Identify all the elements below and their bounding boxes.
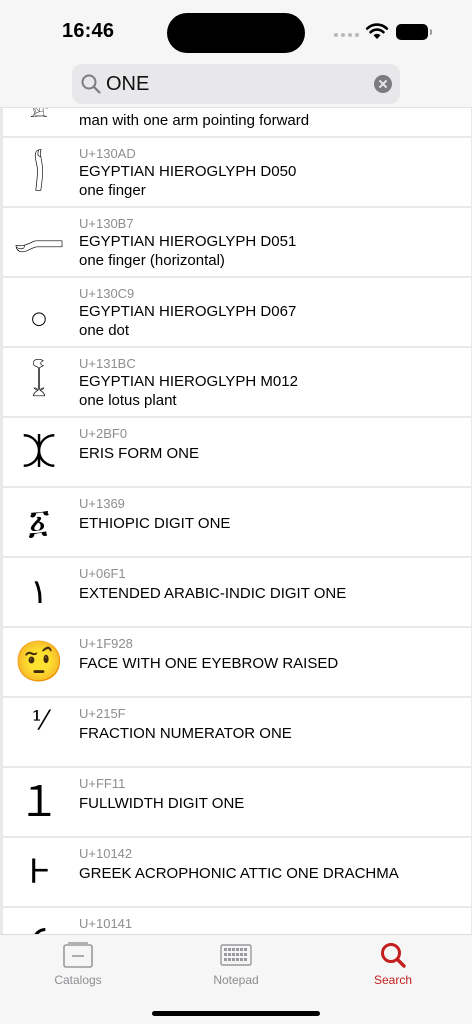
- glyph: 🤨: [14, 639, 64, 685]
- list-item[interactable]: 🤨 U+1F928 FACE WITH ONE EYEBROW RAISED: [3, 628, 471, 696]
- glyph: 𓂷: [13, 222, 64, 262]
- cellular-signal-icon: [334, 33, 359, 37]
- character-name: ETHIOPIC DIGIT ONE: [79, 515, 231, 532]
- glyph: 𓀀: [29, 108, 49, 123]
- character-alias: man with one arm pointing forward: [79, 112, 310, 129]
- codepoint: U+131BC: [79, 356, 136, 371]
- character-alias: one finger (horizontal): [79, 252, 225, 269]
- character-name: EGYPTIAN HIEROGLYPH D051: [79, 233, 297, 250]
- status-time: 16:46: [62, 20, 115, 42]
- character-name: EGYPTIAN HIEROGLYPH D067: [79, 303, 297, 320]
- battery-icon: [396, 24, 432, 40]
- list-item[interactable]: 𓀀 man with one arm pointing forward: [3, 108, 471, 136]
- magnifier-icon: [81, 74, 101, 94]
- codepoint: U+2BF0: [79, 426, 128, 441]
- glyph: 𓂭: [33, 152, 45, 192]
- notepad-icon: [220, 944, 252, 966]
- character-name: FRACTION NUMERATOR ONE: [79, 725, 292, 742]
- codepoint: U+FF11: [79, 776, 126, 791]
- results-list[interactable]: 𓀀 man with one arm pointing forward 𓂭 U+…: [0, 108, 472, 934]
- codepoint: U+130AD: [79, 146, 136, 161]
- search-input[interactable]: ONE: [72, 64, 400, 104]
- list-item[interactable]: 𐅁 U+10141: [3, 908, 471, 934]
- codepoint: U+130C9: [79, 286, 135, 301]
- character-alias: one lotus plant: [79, 392, 177, 409]
- clear-search-icon[interactable]: [374, 75, 392, 93]
- list-item[interactable]: 𓆼 U+131BC EGYPTIAN HIEROGLYPH M012 one l…: [3, 348, 471, 416]
- catalogs-icon: [63, 942, 93, 968]
- glyph: ⅟: [31, 706, 47, 736]
- list-item[interactable]: ⅟ U+215F FRACTION NUMERATOR ONE: [3, 698, 471, 766]
- search-bar: ONE: [0, 62, 472, 108]
- list-item[interactable]: １ U+FF11 FULLWIDTH DIGIT ONE: [3, 768, 471, 836]
- list-item[interactable]: 𐅂 U+10142 GREEK ACROPHONIC ATTIC ONE DRA…: [3, 838, 471, 906]
- glyph: ۱: [29, 572, 49, 612]
- dynamic-island: [167, 13, 305, 53]
- character-name: FULLWIDTH DIGIT ONE: [79, 795, 245, 812]
- tab-catalogs-label: Catalogs: [54, 973, 102, 987]
- glyph: １: [17, 777, 60, 826]
- tab-catalogs[interactable]: Catalogs: [18, 935, 138, 995]
- character-name: ERIS FORM ONE: [79, 445, 200, 462]
- list-item[interactable]: 𓂭 U+130AD EGYPTIAN HIEROGLYPH D050 one f…: [3, 138, 471, 206]
- tab-notepad[interactable]: Notepad: [176, 935, 296, 995]
- character-name: EXTENDED ARABIC-INDIC DIGIT ONE: [79, 585, 347, 602]
- list-item[interactable]: 𓂷 U+130B7 EGYPTIAN HIEROGLYPH D051 one f…: [3, 208, 471, 276]
- glyph: 𐅁: [3, 908, 75, 934]
- codepoint: U+10141: [79, 916, 133, 931]
- search-icon: [381, 943, 406, 968]
- status-bar: 16:46: [0, 0, 472, 62]
- codepoint: U+130B7: [79, 216, 134, 231]
- character-name: EGYPTIAN HIEROGLYPH D050: [79, 163, 297, 180]
- codepoint: U+06F1: [79, 566, 126, 581]
- tab-bar: Catalogs Notepad Search: [0, 934, 472, 1024]
- glyph: ○: [31, 308, 47, 329]
- glyph: ⯰: [21, 432, 57, 472]
- codepoint: U+1F928: [79, 636, 133, 651]
- codepoint: U+215F: [79, 706, 126, 721]
- codepoint: U+1369: [79, 496, 125, 511]
- home-indicator[interactable]: [152, 1011, 320, 1016]
- glyph: 𐅂: [28, 852, 50, 892]
- list-item[interactable]: ፩ U+1369 ETHIOPIC DIGIT ONE: [3, 488, 471, 556]
- search-query: ONE: [106, 73, 150, 95]
- list-item[interactable]: ۱ U+06F1 EXTENDED ARABIC-INDIC DIGIT ONE: [3, 558, 471, 626]
- character-alias: one finger: [79, 182, 146, 199]
- character-name: EGYPTIAN HIEROGLYPH M012: [79, 373, 298, 390]
- tab-search-label: Search: [373, 973, 413, 987]
- character-alias: one dot: [79, 322, 130, 339]
- character-name: FACE WITH ONE EYEBROW RAISED: [79, 655, 339, 672]
- tab-notepad-label: Notepad: [213, 973, 259, 987]
- tab-search[interactable]: Search: [333, 935, 453, 995]
- wifi-icon: [365, 23, 389, 39]
- list-item[interactable]: ⯰ U+2BF0 ERIS FORM ONE: [3, 418, 471, 486]
- character-name: GREEK ACROPHONIC ATTIC ONE DRACHMA: [79, 865, 399, 882]
- glyph: ፩: [28, 502, 50, 542]
- codepoint: U+10142: [79, 846, 133, 861]
- list-item[interactable]: ○ U+130C9 EGYPTIAN HIEROGLYPH D067 one d…: [3, 278, 471, 346]
- glyph: 𓆼: [31, 362, 47, 402]
